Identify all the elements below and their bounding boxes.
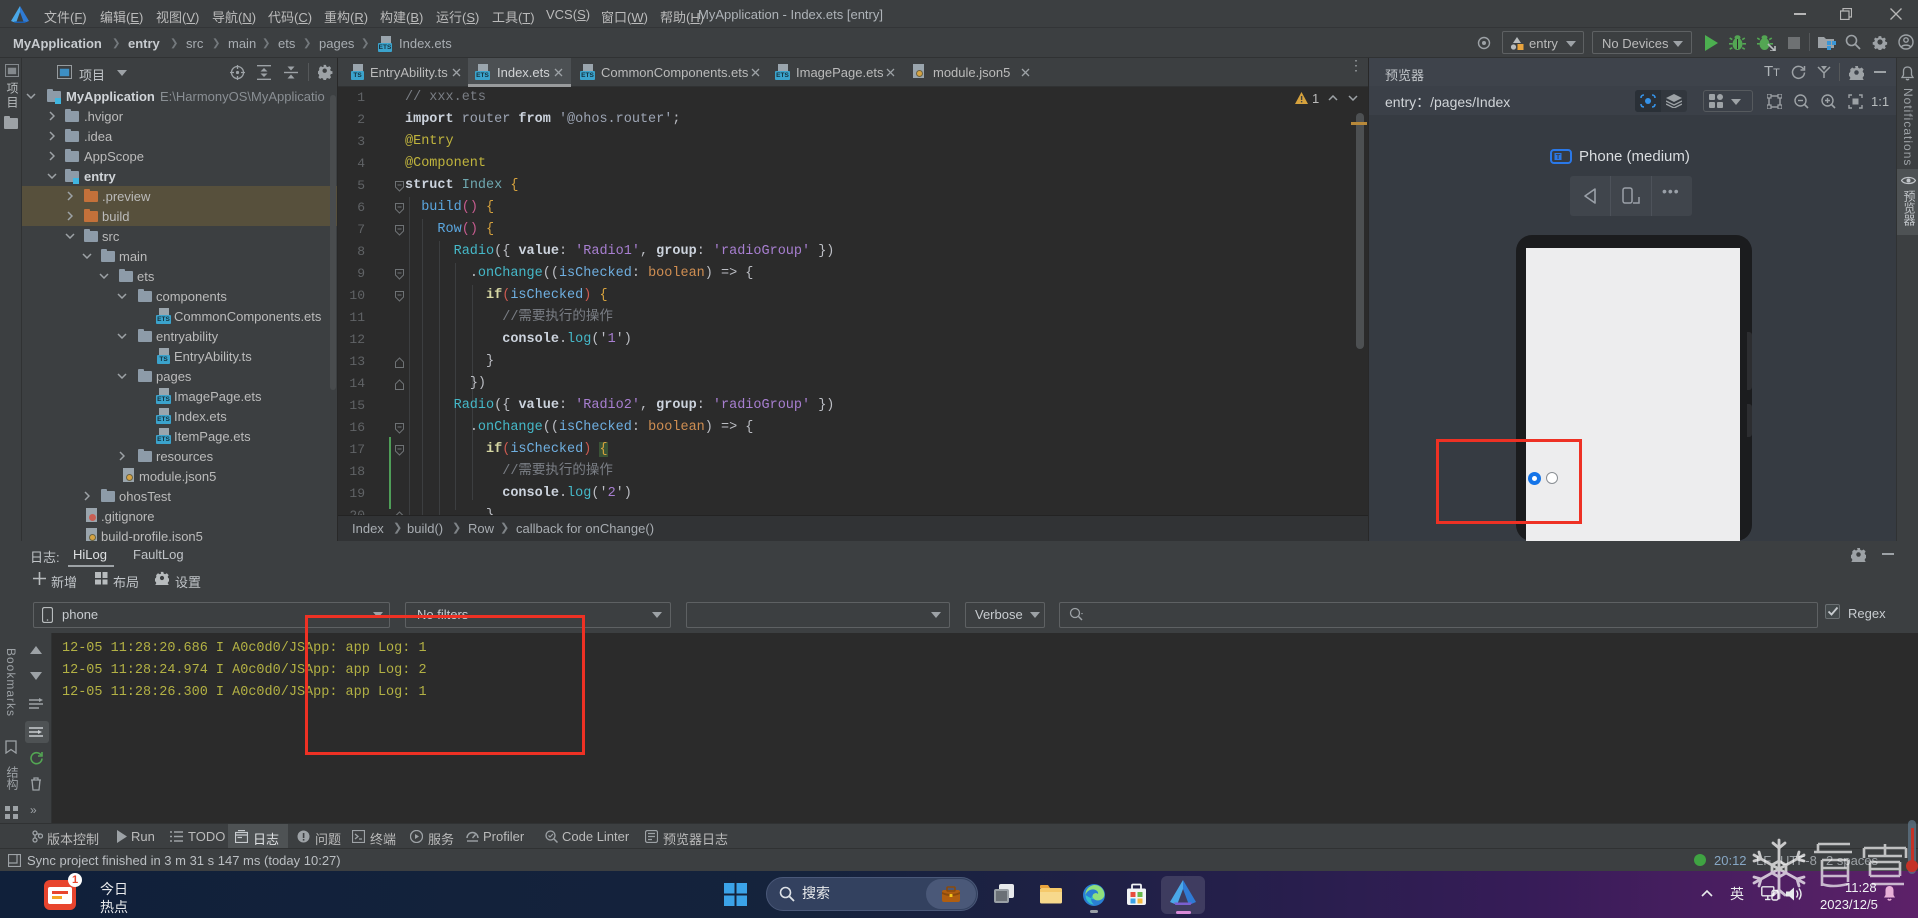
- svg-text:T: T: [1556, 152, 1561, 161]
